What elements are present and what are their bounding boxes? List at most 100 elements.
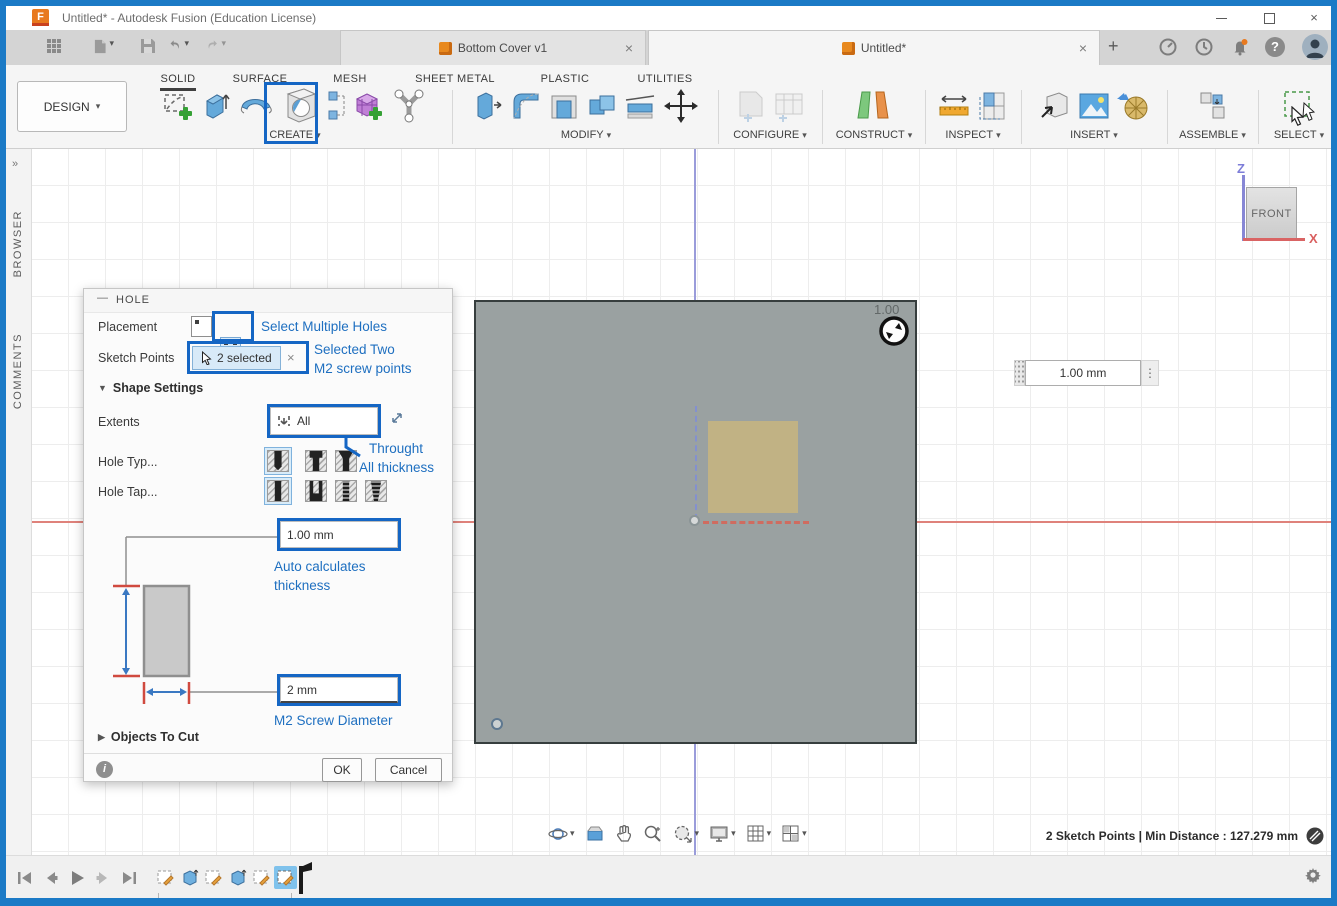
comments-panel-tab[interactable]: COMMENTS xyxy=(12,333,24,409)
help-icon[interactable]: ? xyxy=(1265,37,1285,57)
timeline-feature-sketch-4-selected[interactable] xyxy=(274,866,297,889)
joint-icon[interactable] xyxy=(387,84,431,128)
sketch-point[interactable] xyxy=(491,718,503,730)
dialog-header[interactable]: — HOLE xyxy=(84,289,452,313)
hole-type-simple-selected[interactable] xyxy=(264,447,292,475)
hole-depth-input[interactable]: 1.00 mm xyxy=(277,518,401,551)
timeline-go-start-button[interactable] xyxy=(14,867,36,889)
timeline-play-button[interactable] xyxy=(66,867,88,889)
insert-mesh-icon[interactable] xyxy=(1113,84,1151,128)
notification-bell-icon[interactable] xyxy=(1230,37,1252,59)
assemble-icon[interactable] xyxy=(1194,84,1232,128)
modify-menu-button[interactable]: MODIFY ▾ xyxy=(561,129,611,141)
viewports-tool[interactable]: ▾ xyxy=(778,822,810,845)
app-grid-icon[interactable] xyxy=(46,38,66,58)
hole-tap-simple-selected[interactable] xyxy=(264,477,292,505)
hole-tap-tapped[interactable] xyxy=(335,480,357,502)
redo-button[interactable]: ▾ xyxy=(206,38,226,58)
look-at-tool[interactable] xyxy=(582,823,608,845)
dialog-collapse-icon[interactable]: — xyxy=(97,292,108,304)
timeline-go-end-button[interactable] xyxy=(118,867,140,889)
shape-settings-section[interactable]: ▼ Shape Settings xyxy=(98,381,203,395)
minimize-button[interactable] xyxy=(1206,8,1236,28)
create-sketch-icon[interactable] xyxy=(159,84,197,128)
extents-dropdown[interactable]: All xyxy=(267,404,381,438)
timeline-step-back-button[interactable] xyxy=(40,867,62,889)
new-tab-button[interactable]: + xyxy=(1108,36,1119,57)
shell-icon[interactable] xyxy=(545,84,583,128)
save-button[interactable] xyxy=(140,38,160,58)
feedback-icon[interactable] xyxy=(1306,827,1324,845)
pan-tool[interactable] xyxy=(612,822,636,846)
expand-panel-chevron-icon[interactable]: » xyxy=(12,158,18,170)
view-cube[interactable]: FRONT xyxy=(1246,187,1297,240)
dimension-drag-handle[interactable] xyxy=(1014,360,1025,386)
timeline-step-forward-button[interactable] xyxy=(92,867,114,889)
timeline-settings-gear-icon[interactable] xyxy=(1303,865,1323,885)
zoom-tool[interactable] xyxy=(640,822,666,846)
tab-close-icon[interactable]: × xyxy=(625,40,633,56)
timeline-feature-extrude-1[interactable] xyxy=(178,866,201,889)
timeline-feature-sketch-1[interactable] xyxy=(154,866,177,889)
section-analysis-icon[interactable] xyxy=(973,84,1011,128)
file-menu-button[interactable]: ▾ xyxy=(94,38,114,58)
form-icon[interactable] xyxy=(349,84,387,128)
tab-solid[interactable]: SOLID xyxy=(146,68,210,91)
timeline-feature-extrude-2[interactable] xyxy=(226,866,249,889)
press-pull-icon[interactable] xyxy=(469,84,507,128)
construct-menu-button[interactable]: CONSTRUCT ▾ xyxy=(836,129,913,141)
cancel-button[interactable]: Cancel xyxy=(375,758,442,782)
tab-close-icon[interactable]: × xyxy=(1079,40,1087,56)
hole-diameter-input[interactable]: 2 mm xyxy=(277,674,401,706)
tab-utilities[interactable]: UTILITIES xyxy=(610,68,720,85)
part-body-face[interactable]: 1.00 xyxy=(474,300,917,744)
tab-bottom-cover[interactable]: Bottom Cover v1 × xyxy=(340,30,646,65)
tab-mesh[interactable]: MESH xyxy=(310,68,390,85)
hole-tap-taper-tapped[interactable] xyxy=(365,480,387,502)
move-icon[interactable] xyxy=(659,84,703,128)
dimension-options-icon[interactable]: ⋮ xyxy=(1141,360,1159,386)
job-status-icon[interactable] xyxy=(1194,37,1216,59)
select-menu-button[interactable]: SELECT ▾ xyxy=(1274,129,1324,141)
close-button[interactable]: × xyxy=(1299,8,1329,28)
pattern-icon[interactable] xyxy=(325,84,349,128)
browser-panel-tab[interactable]: BROWSER xyxy=(12,210,24,277)
workspace-switcher[interactable]: DESIGN ▾ xyxy=(17,81,127,132)
configure-menu-button[interactable]: CONFIGURE ▾ xyxy=(733,129,807,141)
ok-button[interactable]: OK xyxy=(322,758,362,782)
configure-doc-icon[interactable] xyxy=(732,84,770,128)
insert-derive-icon[interactable] xyxy=(1037,84,1075,128)
rotate-manipulator[interactable] xyxy=(878,315,910,347)
undo-button[interactable]: ▾ xyxy=(169,38,189,58)
maximize-button[interactable] xyxy=(1254,8,1284,28)
tab-plastic[interactable]: PLASTIC xyxy=(520,68,610,85)
hole-tap-clearance[interactable] xyxy=(305,480,327,502)
measure-icon[interactable] xyxy=(935,84,973,128)
user-avatar[interactable] xyxy=(1302,34,1328,60)
fit-tool[interactable]: ▾ xyxy=(670,822,703,846)
flip-direction-icon[interactable] xyxy=(389,410,405,426)
extensions-icon[interactable] xyxy=(1158,37,1180,59)
insert-image-icon[interactable] xyxy=(1075,84,1113,128)
tab-sheet-metal[interactable]: SHEET METAL xyxy=(390,68,520,85)
sketch-origin-point[interactable] xyxy=(689,515,700,526)
tab-untitled[interactable]: Untitled* × xyxy=(648,30,1100,65)
info-icon[interactable]: i xyxy=(96,761,113,778)
extrude-icon[interactable] xyxy=(197,84,235,128)
single-hole-placement-button[interactable] xyxy=(191,316,212,337)
timeline-marker[interactable] xyxy=(297,862,313,894)
hole-type-counterbore[interactable] xyxy=(305,450,327,472)
orbit-tool[interactable]: ▾ xyxy=(545,822,578,846)
timeline-feature-sketch-3[interactable] xyxy=(250,866,273,889)
timeline-feature-sketch-2[interactable] xyxy=(202,866,225,889)
combine-icon[interactable] xyxy=(583,84,621,128)
display-settings-tool[interactable]: ▾ xyxy=(706,823,739,845)
objects-to-cut-section[interactable]: ▶ Objects To Cut xyxy=(98,730,199,744)
construct-plane-icon[interactable] xyxy=(849,84,899,128)
fillet-icon[interactable] xyxy=(507,84,545,128)
split-body-icon[interactable] xyxy=(621,84,659,128)
insert-menu-button[interactable]: INSERT ▾ xyxy=(1070,129,1118,141)
grid-settings-tool[interactable]: ▾ xyxy=(743,822,775,845)
assemble-menu-button[interactable]: ASSEMBLE ▾ xyxy=(1179,129,1246,141)
inspect-menu-button[interactable]: INSPECT ▾ xyxy=(945,129,1000,141)
